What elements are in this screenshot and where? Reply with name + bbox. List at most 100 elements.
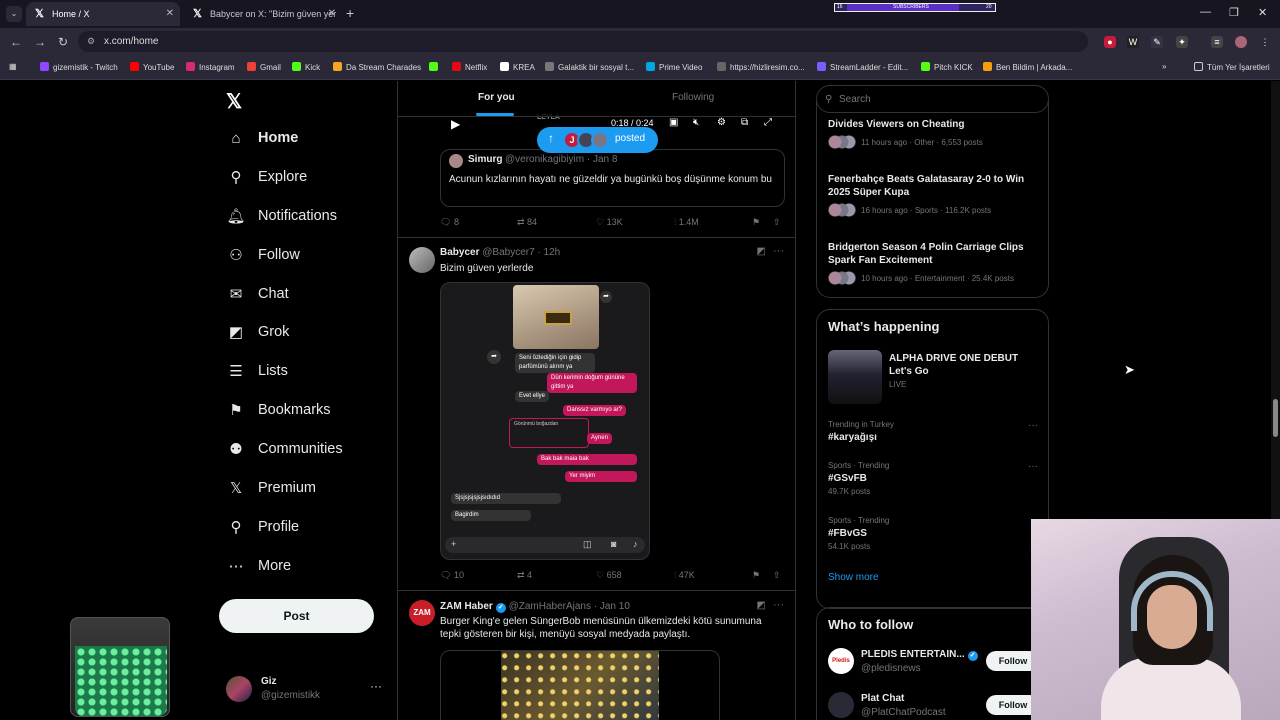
share-button[interactable]: ⇧ <box>773 217 781 228</box>
close-tab-icon[interactable]: ✕ <box>166 2 174 26</box>
menu-icon[interactable]: ⋮ <box>1259 36 1271 48</box>
trend-item[interactable]: Sports · Trending #FBvGS 54.1K posts <box>828 516 1038 551</box>
live-thumbnail[interactable] <box>828 350 882 404</box>
post-image-chat-screenshot[interactable]: ➦ ➦ Seni özlediğin için gidip parfümünü … <box>440 282 650 560</box>
mute-icon[interactable]: 🔇︎ <box>693 117 699 128</box>
trend-item[interactable]: Sports · Trending #GSvFB 49.7K posts ··· <box>828 461 1038 496</box>
new-tab-button[interactable]: + <box>346 5 354 21</box>
new-posts-pill[interactable]: ↑ J posted <box>537 127 658 153</box>
extension-icon[interactable]: ● <box>1104 36 1116 48</box>
bookmark-gmail[interactable]: Gmail <box>247 62 281 72</box>
nav-premium[interactable]: 𝕏 Premium <box>226 474 316 502</box>
nav-grok[interactable]: ◩ Grok <box>226 318 290 346</box>
bookmark-pitch-kick[interactable]: Pitch KICK <box>921 62 973 72</box>
tab-following[interactable]: Following <box>672 92 714 103</box>
site-info-icon[interactable]: ⚙ <box>87 31 95 52</box>
nav-notifications[interactable]: 🔔︎ Notifications <box>226 202 337 230</box>
back-icon[interactable]: ← <box>10 35 22 49</box>
repost-button[interactable]: ⇄ 84 <box>517 217 537 228</box>
grok-icon[interactable]: ◩ <box>757 246 766 257</box>
more-bookmarks-icon[interactable]: » <box>1162 62 1166 71</box>
bookmark-krea[interactable]: KREA <box>500 62 535 72</box>
news-item[interactable]: Divides Viewers on Cheating 11 hours ago… <box>828 118 1043 149</box>
forward-icon[interactable]: → <box>34 35 46 49</box>
fullscreen-icon[interactable]: ⤢ <box>764 117 772 128</box>
captions-icon[interactable]: ▣ <box>669 117 678 128</box>
settings-icon[interactable]: ⚙ <box>717 117 726 128</box>
account-switcher[interactable]: Giz @gizemistikk ··· <box>226 673 386 707</box>
apps-icon[interactable]: ▦ <box>9 62 17 71</box>
post-button[interactable]: Post <box>219 599 374 633</box>
more-icon[interactable]: ··· <box>773 245 784 257</box>
extension-icon[interactable]: W <box>1127 36 1139 48</box>
more-icon[interactable]: ··· <box>1028 461 1038 472</box>
nav-communities[interactable]: ⚉ Communities <box>226 435 342 463</box>
bookmark-instagram[interactable]: Instagram <box>186 62 235 72</box>
nav-bookmarks[interactable]: ⚑ Bookmarks <box>226 396 330 424</box>
tab-search-button[interactable]: ⌄ <box>6 6 22 22</box>
post-image[interactable] <box>440 650 720 720</box>
bookmark-streamladder[interactable]: StreamLadder - Edit... <box>817 62 908 72</box>
views-button[interactable]: ⫶ 1.4M <box>674 217 699 228</box>
news-item[interactable]: Fenerbahçe Beats Galatasaray 2-0 to Win … <box>828 173 1043 217</box>
x-logo-icon: 𝕏 <box>35 8 44 20</box>
media-icon[interactable]: ≡ <box>1211 36 1223 48</box>
bookmark-hizliresim[interactable]: https://hizliresim.co... <box>717 62 805 72</box>
reply-button[interactable]: 🗨︎ 8 <box>440 217 459 228</box>
x-logo[interactable]: 𝕏 <box>226 89 242 114</box>
grok-icon[interactable]: ◩ <box>757 600 766 611</box>
restore-icon[interactable]: ❐ <box>1229 6 1239 19</box>
tab-home-x[interactable]: 𝕏 Home / X ✕ <box>26 2 180 26</box>
more-circle-icon: ⋯ <box>228 558 244 575</box>
bookmark-youtube[interactable]: YouTube <box>130 62 174 72</box>
bookmark-prime[interactable]: Prime Video <box>646 62 702 72</box>
bookmark-button[interactable]: ⚑ <box>752 570 760 581</box>
nav-home[interactable]: ⌂ Home <box>226 124 298 152</box>
nav-follow[interactable]: ⚇ Follow <box>226 241 300 269</box>
profile-avatar[interactable] <box>1235 36 1247 48</box>
show-more-link[interactable]: Show more <box>828 572 879 583</box>
extension-icon[interactable]: ✎ <box>1151 36 1163 48</box>
bookmark-kick-2[interactable] <box>429 62 442 72</box>
share-button[interactable]: ⇧ <box>773 570 781 581</box>
bookmark-button[interactable]: ⚑ <box>752 217 760 228</box>
reload-icon[interactable]: ↻ <box>58 35 68 49</box>
avatar <box>409 247 435 273</box>
bookmark-kick[interactable]: Kick <box>292 62 320 72</box>
views-button[interactable]: ⫶ 47K <box>674 570 695 581</box>
popout-icon[interactable]: ⧉ <box>741 117 748 128</box>
like-button[interactable]: ♡ 658 <box>596 570 622 581</box>
nav-explore[interactable]: ⚲ Explore <box>226 163 308 191</box>
close-window-icon[interactable]: ✕ <box>1258 6 1267 19</box>
bookmark-icon: ⚑ <box>229 402 243 419</box>
url-field[interactable]: ⚙ x.com/home <box>78 31 1088 52</box>
play-icon[interactable]: ▶ <box>451 117 460 131</box>
bookmark-ben-bildim[interactable]: Ben Bildim | Arkada... <box>983 62 1072 72</box>
bookmark-netflix[interactable]: Netflix <box>452 62 487 72</box>
nav-chat[interactable]: ✉ Chat <box>226 280 289 308</box>
like-button[interactable]: ♡ 13K <box>596 217 623 228</box>
puzzle-icon[interactable]: ✦ <box>1176 36 1188 48</box>
nav-profile[interactable]: ⚲ Profile <box>226 513 300 541</box>
more-icon[interactable]: ··· <box>1028 420 1038 431</box>
people-icon: ⚉ <box>229 441 243 458</box>
more-icon: ··· <box>370 679 382 693</box>
avatar: Pledis <box>828 648 854 674</box>
nav-more[interactable]: ⋯ More <box>226 552 292 580</box>
scrollbar-thumb[interactable] <box>1273 399 1278 437</box>
close-tab-icon[interactable]: ✕ <box>328 2 336 26</box>
news-item[interactable]: Bridgerton Season 4 Polin Carriage Clips… <box>828 241 1043 285</box>
bookmark-twitch[interactable]: gizemistik - Twitch <box>40 62 118 72</box>
repost-button[interactable]: ⇄ 4 <box>517 570 532 581</box>
more-icon[interactable]: ··· <box>773 599 784 611</box>
reply-button[interactable]: 🗨︎ 10 <box>440 570 464 581</box>
bookmark-charades[interactable]: Da Stream Charades <box>333 62 421 72</box>
nav-lists[interactable]: ☰ Lists <box>226 357 288 385</box>
quoted-post[interactable]: Simurg @veronikagibiyim · Jan 8 Acunun k… <box>440 149 785 207</box>
tab-for-you[interactable]: For you <box>478 92 515 103</box>
bookmark-galaktik[interactable]: Galaktik bir sosyal t... <box>545 62 634 72</box>
trend-item[interactable]: Trending in Turkey #karyağışı ··· <box>828 420 1038 443</box>
tab-babycer[interactable]: 𝕏 Babycer on X: "Bizim güven yer ✕ <box>184 2 342 26</box>
minimize-icon[interactable]: — <box>1200 6 1211 18</box>
all-bookmarks[interactable]: Tüm Yer İşaretleri <box>1194 62 1270 72</box>
